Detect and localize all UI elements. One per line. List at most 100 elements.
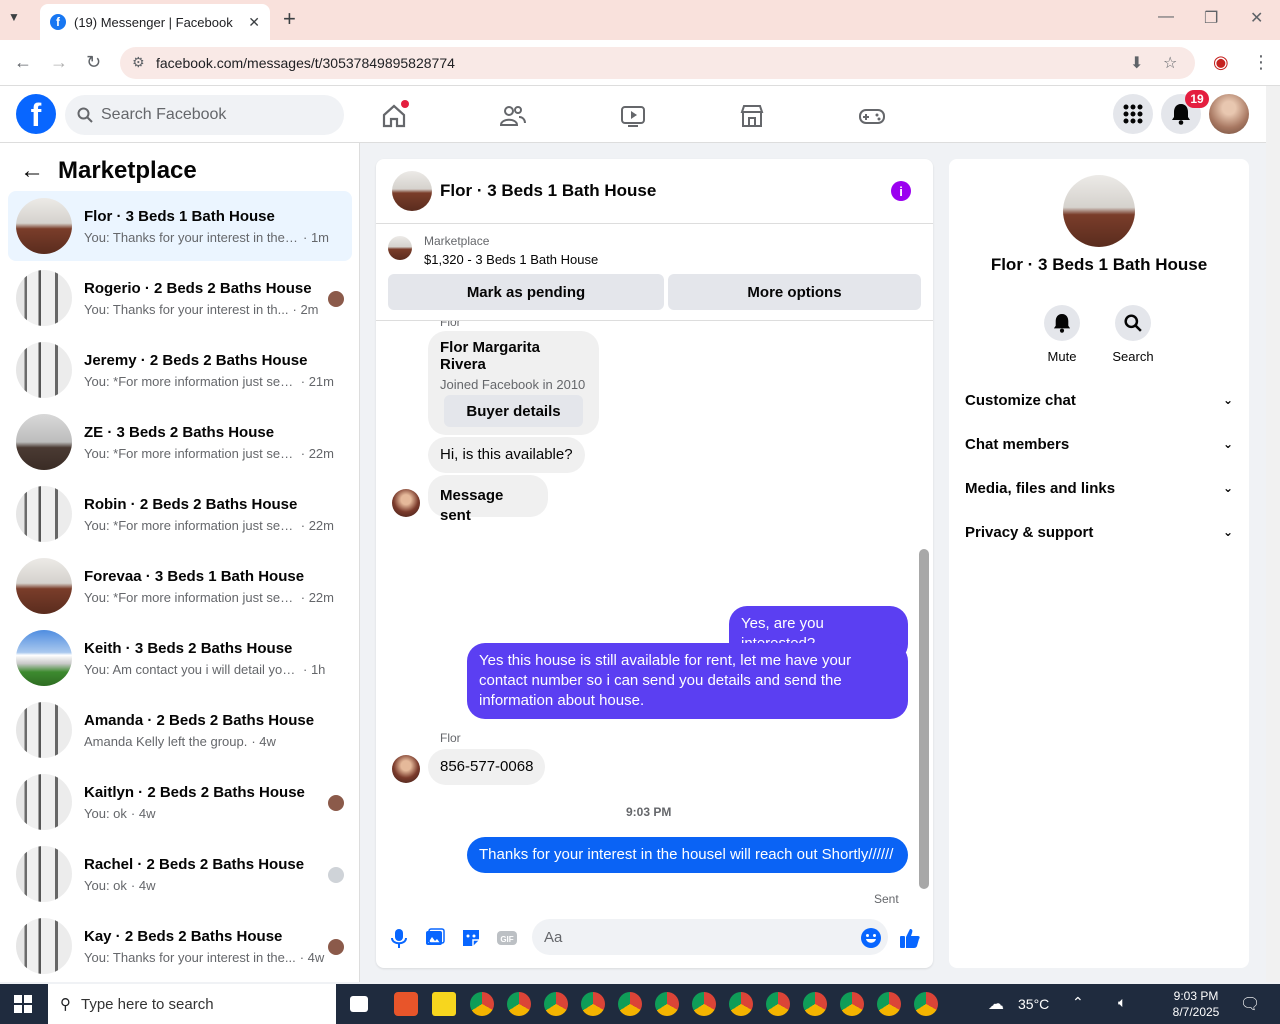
conversation-item[interactable]: Keith · 3 Beds 2 Baths House You: Am cont… (8, 623, 352, 693)
chrome-icon[interactable] (729, 992, 753, 1016)
app-pinned-icon[interactable] (394, 992, 418, 1016)
weather-temp[interactable]: 35°C (1018, 996, 1049, 1012)
action-center-icon[interactable]: 🗨︎ (1240, 994, 1260, 1014)
more-options-button[interactable]: More options (668, 274, 921, 310)
like-thumbs-up-icon[interactable] (899, 927, 921, 949)
message-input[interactable] (532, 919, 888, 955)
facebook-logo-icon[interactable]: f (16, 94, 56, 134)
chrome-icon[interactable] (692, 992, 716, 1016)
mute-action[interactable]: Mute (1032, 305, 1092, 364)
buyer-details-button[interactable]: Buyer details (444, 395, 583, 427)
taskbar-clock[interactable]: 9:03 PM 8/7/2025 (1168, 988, 1224, 1020)
chat-avatar[interactable] (392, 171, 432, 211)
restore-icon[interactable]: ❐ (1204, 8, 1218, 28)
thread-scrollbar[interactable] (919, 549, 929, 889)
account-avatar[interactable] (1209, 94, 1249, 134)
chrome-icon[interactable] (544, 992, 568, 1016)
customize-chat-section[interactable]: Customize chat ⌄ (965, 384, 1233, 416)
mark-as-pending-button[interactable]: Mark as pending (388, 274, 664, 310)
microphone-icon[interactable] (388, 927, 410, 949)
chrome-icon[interactable] (655, 992, 679, 1016)
incoming-message[interactable]: Message sent (428, 475, 548, 524)
tab-search-chevron-icon[interactable]: ▼ (8, 10, 20, 24)
section-label: Customize chat (965, 391, 1076, 409)
facebook-search-box[interactable] (65, 95, 344, 135)
chrome-icon[interactable] (507, 992, 531, 1016)
chrome-icon[interactable] (803, 992, 827, 1016)
profile-icon[interactable]: ◉ (1213, 52, 1229, 73)
friends-icon[interactable] (499, 102, 527, 130)
url-text: facebook.com/messages/t/3053784989582877… (156, 55, 455, 71)
task-view-icon[interactable] (350, 996, 368, 1012)
conversation-item[interactable]: Rogerio · 2 Beds 2 Baths House You: Thank… (8, 263, 352, 333)
sticker-icon[interactable] (460, 927, 482, 949)
reload-icon[interactable]: ↻ (86, 52, 101, 73)
sender-avatar[interactable] (392, 755, 420, 783)
chat-members-section[interactable]: Chat members ⌄ (965, 428, 1233, 460)
marketplace-icon[interactable] (738, 102, 766, 130)
new-tab-icon[interactable]: + (283, 6, 296, 32)
conversation-item[interactable]: Forevaa · 3 Beds 1 Bath House You: *For m… (8, 551, 352, 621)
chrome-icon[interactable] (914, 992, 938, 1016)
browser-tab[interactable]: f (19) Messenger | Facebook ✕ (40, 4, 270, 40)
conversation-item[interactable]: Jeremy · 2 Beds 2 Baths House You: *For m… (8, 335, 352, 405)
bell-icon (1053, 314, 1071, 333)
url-field[interactable]: ⚙ facebook.com/messages/t/30537849895828… (120, 47, 1195, 79)
outgoing-message[interactable]: Yes this house is still available for re… (467, 643, 908, 719)
speaker-icon[interactable]: 🔈︎ (1118, 994, 1126, 1011)
details-avatar[interactable] (1063, 175, 1135, 247)
conversation-item[interactable]: Robin · 2 Beds 2 Baths House You: *For mo… (8, 479, 352, 549)
taskbar-search[interactable]: ⚲ Type here to search (48, 984, 336, 1024)
conversation-item[interactable]: Rachel · 2 Beds 2 Baths House You: ok · 4w (8, 839, 352, 909)
minimize-icon[interactable]: — (1158, 8, 1174, 26)
listing-price[interactable]: $1,320 - 3 Beds 1 Bath House (424, 252, 598, 267)
menu-grid-button[interactable] (1113, 94, 1153, 134)
outgoing-message[interactable]: Thanks for your interest in the housel w… (467, 837, 908, 873)
bookmark-star-icon[interactable]: ☆ (1163, 53, 1177, 73)
search-action[interactable]: Search (1103, 305, 1163, 364)
gaming-icon[interactable] (858, 102, 886, 130)
chrome-icon[interactable] (877, 992, 901, 1016)
windows-start-icon[interactable] (14, 995, 32, 1013)
sender-avatar[interactable] (392, 489, 420, 517)
chrome-icon[interactable] (581, 992, 605, 1016)
emoji-icon[interactable] (860, 927, 882, 949)
forward-icon[interactable]: → (50, 52, 68, 73)
details-name[interactable]: Flor · 3 Beds 1 Bath House (949, 255, 1249, 275)
facebook-search-input[interactable] (101, 106, 321, 124)
chevron-up-icon[interactable]: ⌃ (1072, 994, 1084, 1011)
media-files-links-section[interactable]: Media, files and links ⌄ (965, 472, 1233, 504)
listing-thumbnail[interactable] (388, 236, 412, 260)
site-settings-icon[interactable]: ⚙ (132, 54, 145, 71)
incoming-message[interactable]: 856-577-0068 (428, 749, 546, 785)
conversation-item[interactable]: Flor · 3 Beds 1 Bath House You: Thanks fo… (8, 191, 352, 261)
conversation-item[interactable]: Kay · 2 Beds 2 Baths House You: Thanks fo… (8, 911, 352, 981)
weather-icon[interactable]: ☁ (988, 994, 1004, 1014)
install-app-icon[interactable]: ⬇ (1130, 53, 1143, 73)
gif-icon[interactable]: GIF (496, 927, 518, 949)
close-tab-icon[interactable]: ✕ (248, 14, 260, 31)
conversation-item[interactable]: ZE · 3 Beds 2 Baths House You: *For more … (8, 407, 352, 477)
chat-title[interactable]: Flor · 3 Beds 1 Bath House (440, 181, 656, 201)
close-window-icon[interactable]: ✕ (1250, 8, 1263, 28)
conversation-meta: Forevaa · 3 Beds 1 Bath House You: *For m… (84, 568, 334, 605)
seen-avatar (328, 867, 344, 883)
page-scrollbar[interactable] (1266, 86, 1280, 982)
photo-icon[interactable] (424, 927, 446, 949)
chrome-icon[interactable] (618, 992, 642, 1016)
chrome-icon[interactable] (840, 992, 864, 1016)
conversation-item[interactable]: Kaitlyn · 2 Beds 2 Baths House You: ok · 4… (8, 767, 352, 837)
incoming-message[interactable]: Hi, is this available? (428, 437, 585, 473)
sticky-notes-icon[interactable] (432, 992, 456, 1016)
privacy-support-section[interactable]: Privacy & support ⌄ (965, 516, 1233, 548)
browser-menu-icon[interactable]: ⋮ (1252, 52, 1270, 73)
conversation-name: Kay · 2 Beds 2 Baths House (84, 927, 283, 945)
chrome-icon[interactable] (766, 992, 790, 1016)
video-icon[interactable] (619, 102, 647, 130)
back-arrow-icon[interactable]: ← (20, 157, 44, 185)
info-icon[interactable]: i (891, 181, 911, 201)
chrome-icon[interactable] (470, 992, 494, 1016)
message-thread[interactable]: Flor Flor Margarita Rivera Joined Facebo… (376, 321, 921, 911)
conversation-item[interactable]: Amanda · 2 Beds 2 Baths House Amanda Kell… (8, 695, 352, 765)
back-icon[interactable]: ← (14, 52, 32, 73)
